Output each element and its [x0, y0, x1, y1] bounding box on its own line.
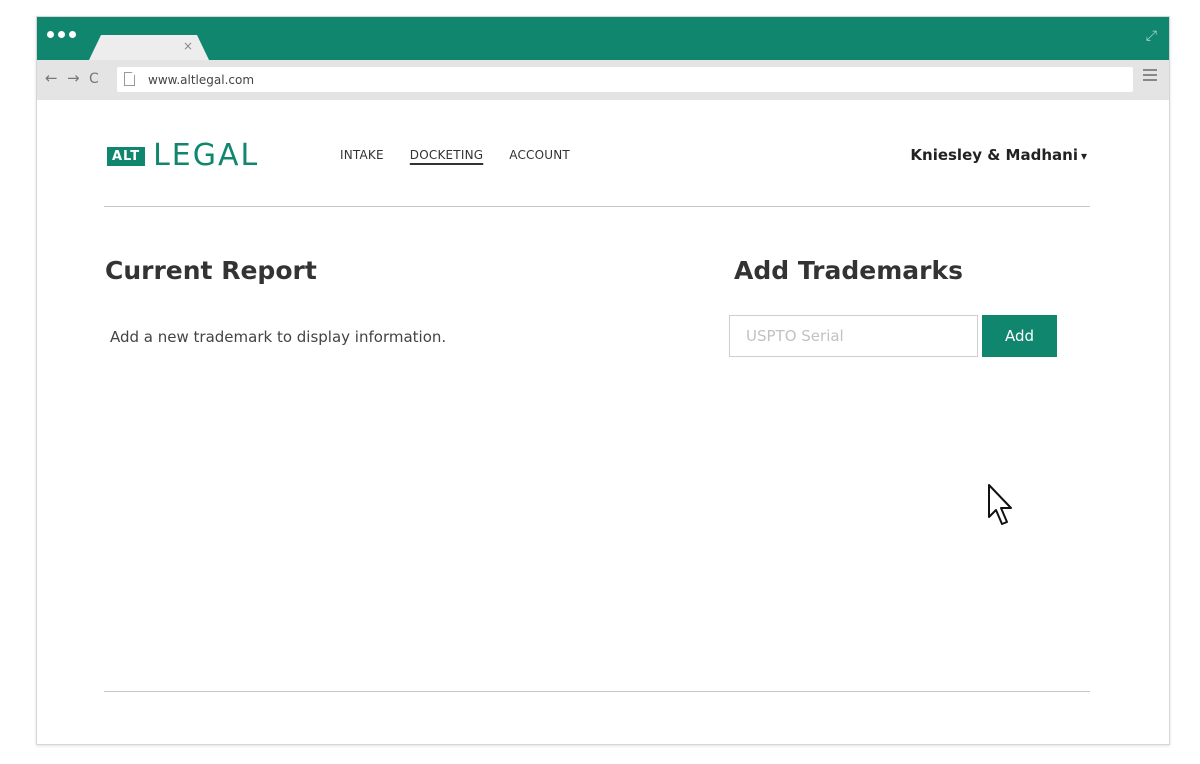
current-report-title: Current Report	[105, 256, 317, 285]
footer-divider	[104, 691, 1090, 692]
page-icon	[124, 72, 135, 86]
resize-icon[interactable]: ⤢	[1146, 29, 1157, 43]
forward-arrow-icon[interactable]: →	[67, 71, 80, 86]
window-dots-icon[interactable]	[47, 31, 76, 38]
add-button[interactable]: Add	[982, 315, 1057, 357]
uspto-serial-input[interactable]	[729, 315, 978, 357]
empty-report-message: Add a new trademark to display informati…	[110, 328, 447, 346]
mouse-cursor-icon	[988, 484, 1012, 525]
caret-down-icon: ▾	[1080, 149, 1087, 163]
header-divider	[104, 206, 1090, 207]
account-name: Kniesley & Madhani	[910, 146, 1078, 164]
tab-close-icon[interactable]: ×	[183, 40, 193, 52]
browser-window: × ⤢ ← → C www.altlegal.com ALT LEGAL INT…	[36, 16, 1170, 745]
nav-item-account[interactable]: ACCOUNT	[509, 148, 570, 162]
nav-item-intake[interactable]: INTAKE	[340, 148, 384, 162]
add-trademarks-title: Add Trademarks	[734, 256, 963, 285]
main-nav: INTAKE DOCKETING ACCOUNT	[340, 148, 570, 162]
back-arrow-icon[interactable]: ←	[45, 71, 58, 86]
account-menu[interactable]: Kniesley & Madhani ▾	[910, 146, 1087, 164]
url-text[interactable]: www.altlegal.com	[148, 73, 254, 87]
alt-legal-logo[interactable]: ALT LEGAL	[107, 141, 259, 171]
reload-icon[interactable]: C	[89, 72, 99, 86]
page-content: ALT LEGAL INTAKE DOCKETING ACCOUNT Knies…	[37, 100, 1169, 746]
browser-toolbar: ← → C www.altlegal.com	[37, 60, 1169, 100]
hamburger-menu-icon[interactable]	[1143, 69, 1157, 84]
nav-item-docketing[interactable]: DOCKETING	[410, 148, 483, 162]
browser-titlebar: × ⤢	[37, 17, 1169, 60]
logo-box: ALT	[107, 146, 146, 166]
logo-wordmark: LEGAL	[153, 138, 260, 173]
address-bar[interactable]: www.altlegal.com	[117, 67, 1133, 92]
